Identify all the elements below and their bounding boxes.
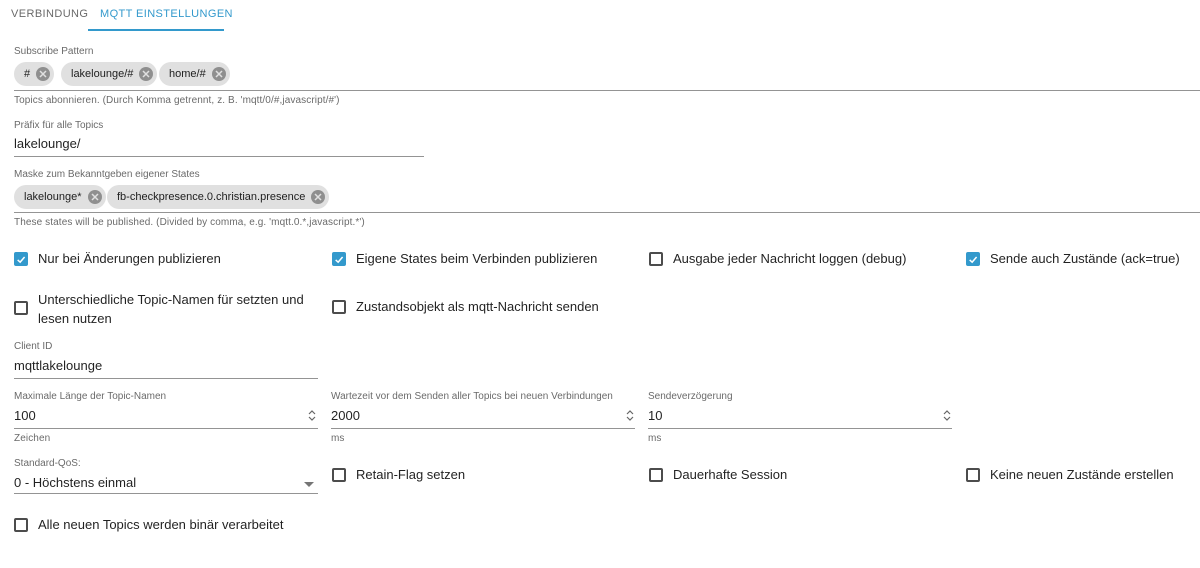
state-object-label: Zustandsobjekt als mqtt-Nachricht senden bbox=[356, 299, 599, 314]
max-length-label: Maximale Länge der Topic-Namen bbox=[14, 391, 167, 402]
subscribe-input-underline[interactable] bbox=[14, 90, 1200, 91]
different-topics-checkbox[interactable] bbox=[14, 301, 28, 315]
different-topics-label-line1: Unterschiedliche Topic-Namen für setzten… bbox=[38, 292, 304, 307]
chip-label: # bbox=[24, 68, 31, 80]
persistent-session-label: Dauerhafte Session bbox=[673, 467, 788, 482]
mask-label: Maske zum Bekanntgeben eigener States bbox=[14, 169, 200, 180]
subscribe-helper-text: Topics abonnieren. (Durch Komma getrennt… bbox=[14, 95, 340, 106]
only-changes-label: Nur bei Änderungen publizieren bbox=[38, 251, 221, 266]
tab-mqtt-einstellungen[interactable]: MQTT EINSTELLUNGEN bbox=[100, 8, 233, 20]
different-topics-checkbox-row[interactable] bbox=[14, 301, 28, 315]
send-delay-spinner-icon[interactable] bbox=[943, 409, 951, 422]
qos-label: Standard-QoS: bbox=[14, 458, 81, 469]
state-object-checkbox-row[interactable]: Zustandsobjekt als mqtt-Nachricht senden bbox=[332, 299, 599, 316]
active-tab-indicator bbox=[88, 29, 224, 31]
wait-time-input-underline[interactable] bbox=[331, 428, 635, 429]
max-length-spinner-icon[interactable] bbox=[308, 409, 316, 422]
only-changes-checkbox-row[interactable]: Nur bei Änderungen publizieren bbox=[14, 251, 221, 268]
chip-label: fb-checkpresence.0.christian.presence bbox=[117, 191, 306, 203]
triangle-down-icon[interactable] bbox=[304, 482, 314, 487]
client-id-label: Client ID bbox=[14, 341, 53, 352]
different-topics-label-line2: lesen nutzen bbox=[38, 311, 112, 326]
persistent-session-checkbox-row[interactable]: Dauerhafte Session bbox=[649, 467, 788, 484]
qos-select-underline[interactable] bbox=[14, 493, 318, 494]
wait-time-input[interactable]: 2000 bbox=[331, 408, 360, 423]
no-new-states-label: Keine neuen Zustände erstellen bbox=[990, 467, 1174, 482]
mask-helper-text: These states will be published. (Divided… bbox=[14, 217, 365, 228]
chip-delete-icon[interactable] bbox=[311, 190, 326, 204]
no-new-states-checkbox-row[interactable]: Keine neuen Zustände erstellen bbox=[966, 467, 1174, 484]
send-delay-helper: ms bbox=[648, 433, 662, 444]
retain-checkbox[interactable] bbox=[332, 468, 346, 482]
subscribe-pattern-label: Subscribe Pattern bbox=[14, 46, 94, 57]
max-length-input[interactable]: 100 bbox=[14, 408, 36, 423]
check-icon bbox=[969, 256, 978, 263]
log-debug-label: Ausgabe jeder Nachricht loggen (debug) bbox=[673, 251, 907, 266]
send-delay-input-underline[interactable] bbox=[648, 428, 952, 429]
chip-delete-icon[interactable] bbox=[36, 67, 51, 81]
tab-bar: VERBINDUNG MQTT EINSTELLUNGEN bbox=[0, 0, 1200, 32]
publish-own-states-checkbox[interactable] bbox=[332, 252, 346, 266]
persistent-session-checkbox[interactable] bbox=[649, 468, 663, 482]
log-debug-checkbox[interactable] bbox=[649, 252, 663, 266]
binary-label: Alle neuen Topics werden binär verarbeit… bbox=[38, 517, 284, 532]
chip-label: lakelounge* bbox=[24, 191, 82, 203]
chip-delete-icon[interactable] bbox=[211, 67, 226, 81]
check-icon bbox=[335, 256, 344, 263]
wait-time-helper: ms bbox=[331, 433, 345, 444]
subscribe-chip[interactable]: home/# bbox=[159, 62, 230, 86]
mask-chip[interactable]: fb-checkpresence.0.christian.presence bbox=[107, 185, 330, 209]
send-delay-label: Sendeverzögerung bbox=[648, 391, 733, 402]
publish-own-states-label: Eigene States beim Verbinden publizieren bbox=[356, 251, 598, 266]
qos-select[interactable]: 0 - Höchstens einmal bbox=[14, 475, 136, 490]
send-delay-input[interactable]: 10 bbox=[648, 408, 662, 423]
wait-time-spinner-icon[interactable] bbox=[626, 409, 634, 422]
log-debug-checkbox-row[interactable]: Ausgabe jeder Nachricht loggen (debug) bbox=[649, 251, 907, 268]
chip-delete-icon[interactable] bbox=[139, 67, 154, 81]
publish-own-states-checkbox-row[interactable]: Eigene States beim Verbinden publizieren bbox=[332, 251, 598, 268]
client-id-input-underline[interactable] bbox=[14, 378, 318, 379]
retain-checkbox-row[interactable]: Retain-Flag setzen bbox=[332, 467, 466, 484]
chip-delete-icon[interactable] bbox=[87, 190, 102, 204]
max-length-input-underline[interactable] bbox=[14, 428, 318, 429]
tab-verbindung[interactable]: VERBINDUNG bbox=[11, 8, 88, 20]
wait-time-label: Wartezeit vor dem Senden aller Topics be… bbox=[331, 391, 613, 402]
state-object-checkbox[interactable] bbox=[332, 300, 346, 314]
max-length-helper: Zeichen bbox=[14, 433, 51, 444]
prefix-label: Präfix für alle Topics bbox=[14, 120, 104, 131]
only-changes-checkbox[interactable] bbox=[14, 252, 28, 266]
send-ack-checkbox[interactable] bbox=[966, 252, 980, 266]
binary-checkbox[interactable] bbox=[14, 518, 28, 532]
no-new-states-checkbox[interactable] bbox=[966, 468, 980, 482]
mask-chip[interactable]: lakelounge* bbox=[14, 185, 106, 209]
binary-checkbox-row[interactable]: Alle neuen Topics werden binär verarbeit… bbox=[14, 517, 284, 534]
subscribe-chip[interactable]: lakelounge/# bbox=[61, 62, 158, 86]
chip-label: lakelounge/# bbox=[71, 68, 134, 80]
retain-label: Retain-Flag setzen bbox=[356, 467, 466, 482]
mask-input-underline[interactable] bbox=[14, 212, 1200, 213]
subscribe-chip[interactable]: # bbox=[14, 62, 55, 86]
chip-label: home/# bbox=[169, 68, 206, 80]
check-icon bbox=[17, 256, 26, 263]
send-ack-label: Sende auch Zustände (ack=true) bbox=[990, 251, 1180, 266]
client-id-input[interactable]: mqttlakelounge bbox=[14, 358, 102, 373]
prefix-input-underline[interactable] bbox=[14, 156, 424, 157]
send-ack-checkbox-row[interactable]: Sende auch Zustände (ack=true) bbox=[966, 251, 1180, 268]
prefix-input[interactable]: lakelounge/ bbox=[14, 136, 81, 151]
